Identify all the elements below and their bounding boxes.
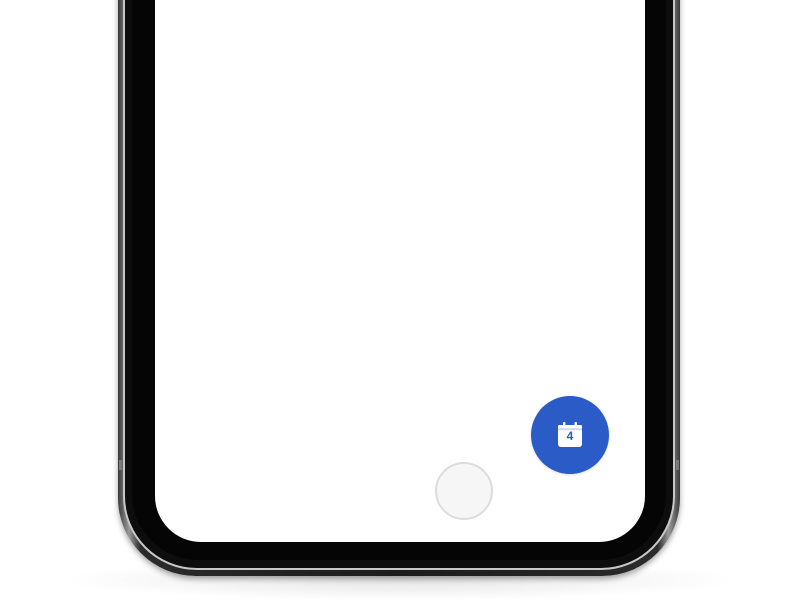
side-button-right: [676, 460, 679, 470]
calendar-fab-button[interactable]: 4: [531, 396, 609, 474]
calendar-icon: 4: [552, 417, 588, 453]
home-button[interactable]: [435, 462, 493, 520]
calendar-day-number: 4: [566, 429, 574, 443]
phone-screen: 4: [155, 0, 645, 542]
device-stage: 4: [0, 0, 800, 600]
side-button-left: [119, 460, 122, 470]
